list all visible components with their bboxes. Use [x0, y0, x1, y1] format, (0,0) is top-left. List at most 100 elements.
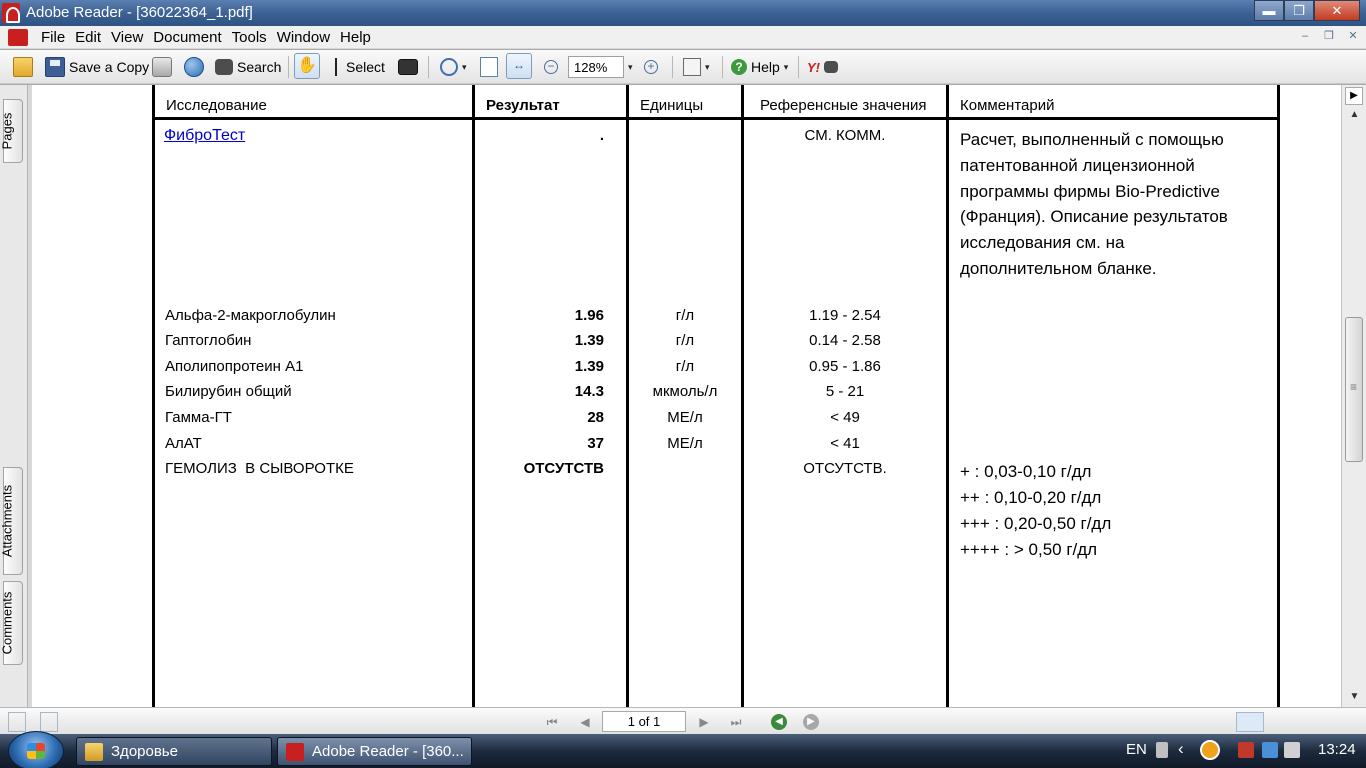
maximize-button[interactable]: ❐: [1284, 0, 1314, 21]
previous-page-button[interactable]: ◀: [577, 714, 593, 730]
page-layout-button[interactable]: ▾: [683, 55, 710, 79]
select-tool-button[interactable]: Select: [330, 55, 385, 79]
test-name: Гаптоглобин: [165, 332, 252, 349]
yahoo-search-button[interactable]: Y!: [807, 55, 838, 79]
next-view-button[interactable]: ▶: [803, 714, 819, 730]
network-icon[interactable]: [1262, 742, 1278, 758]
table-border: [1277, 85, 1280, 707]
doc-minimize-button[interactable]: –: [1296, 29, 1314, 45]
panel-toggle-button[interactable]: ▶: [1345, 87, 1363, 105]
test-units: мкмоль/л: [652, 383, 718, 400]
results-table: Исследование Результат Единицы Референсн…: [152, 85, 1280, 707]
search-button[interactable]: Search: [215, 55, 281, 79]
pages-tab[interactable]: Pages: [0, 99, 23, 163]
menu-help[interactable]: Help: [335, 29, 376, 46]
open-folder-icon: [13, 57, 33, 77]
chevron-down-icon: ▾: [783, 61, 789, 72]
email-button[interactable]: [184, 55, 204, 79]
attachments-tab-label: Attachments: [0, 484, 15, 558]
continuous-layout-icon[interactable]: [1268, 712, 1296, 732]
save-copy-button[interactable]: Save a Copy: [45, 55, 149, 79]
taskbar-item-label: Здоровье: [111, 743, 178, 760]
test-name: ГЕМОЛИЗ В СЫВОРОТКЕ: [165, 460, 354, 477]
test-name: АлАТ: [165, 435, 202, 452]
close-button[interactable]: ✕: [1314, 0, 1360, 21]
continuous-facing-layout-icon[interactable]: [1332, 712, 1360, 732]
comments-tab[interactable]: Comments: [0, 581, 23, 665]
snapshot-button[interactable]: [398, 55, 418, 79]
page-indicator[interactable]: 1 of 1: [602, 711, 686, 732]
test-reference: 1.19 - 2.54: [809, 307, 881, 324]
pages-icon: [683, 58, 701, 76]
show-hidden-icons-button[interactable]: ‹: [1178, 739, 1184, 759]
facing-layout-icon[interactable]: [1300, 712, 1328, 732]
menu-tools[interactable]: Tools: [227, 29, 272, 46]
keyboard-icon[interactable]: [1156, 742, 1168, 758]
scroll-down-arrow[interactable]: ▼: [1342, 687, 1366, 707]
menu-edit[interactable]: Edit: [70, 29, 106, 46]
start-button[interactable]: [8, 731, 64, 768]
scroll-thumb[interactable]: [1345, 317, 1363, 462]
page-size-icon[interactable]: [40, 712, 58, 732]
fit-page-button[interactable]: [480, 55, 498, 79]
test-reference: < 49: [830, 409, 860, 426]
header-reference: Референсные значения: [760, 97, 927, 114]
minimize-button[interactable]: ▬: [1254, 0, 1284, 21]
print-button[interactable]: [152, 55, 172, 79]
hemolysis-comment-4: ++++ : > 0,50 г/дл: [960, 540, 1098, 559]
zoom-in-button[interactable]: +: [644, 55, 658, 79]
help-label: Help: [751, 59, 780, 75]
table-border: [946, 85, 949, 707]
single-page-layout-icon[interactable]: [1236, 712, 1264, 732]
adobe-reader-icon: [286, 743, 304, 761]
zoom-dropdown-icon[interactable]: ▾: [628, 62, 633, 73]
test-units: г/л: [675, 332, 695, 349]
select-label: Select: [346, 59, 385, 75]
test-result: 37: [587, 435, 604, 452]
fit-page-icon: [480, 57, 498, 77]
help-icon: ?: [731, 59, 747, 75]
taskbar-item-adobe-reader[interactable]: Adobe Reader - [360...: [277, 737, 472, 766]
hand-tool-button[interactable]: ✋: [294, 53, 320, 79]
single-page-view-icon[interactable]: [8, 712, 26, 732]
volume-icon[interactable]: [1284, 742, 1300, 758]
open-button[interactable]: [13, 55, 33, 79]
folder-icon: [85, 743, 103, 761]
menu-view[interactable]: View: [106, 29, 148, 46]
last-page-button[interactable]: ⏭: [728, 714, 744, 730]
security-alert-icon[interactable]: [1238, 742, 1254, 758]
previous-view-button[interactable]: ◀: [771, 714, 787, 730]
menu-window[interactable]: Window: [272, 29, 335, 46]
next-page-button[interactable]: ▶: [696, 714, 712, 730]
update-icon[interactable]: [1200, 740, 1220, 760]
first-page-button[interactable]: ⏮: [544, 714, 560, 730]
hemolysis-comment-2: ++ : 0,10-0,20 г/дл: [960, 488, 1102, 507]
zoom-out-button[interactable]: −: [544, 55, 558, 79]
menu-bar: File Edit View Document Tools Window Hel…: [0, 26, 1366, 49]
window-title: Adobe Reader - [36022364_1.pdf]: [26, 4, 253, 21]
help-button[interactable]: ? Help ▾: [731, 55, 788, 79]
vertical-scrollbar[interactable]: ▲ ▼: [1341, 85, 1366, 707]
test-units: г/л: [675, 307, 695, 324]
fibrotest-link[interactable]: ФиброТест: [164, 127, 245, 145]
taskbar-item-folder[interactable]: Здоровье: [76, 737, 272, 766]
attachments-tab[interactable]: Attachments: [0, 467, 23, 575]
test-reference: 5 - 21: [825, 383, 865, 400]
test-units: МЕ/л: [667, 409, 703, 426]
window-controls: ▬ ❐ ✕: [1254, 0, 1360, 21]
fibrotest-result: .: [599, 127, 604, 144]
test-reference: 0.95 - 1.86: [809, 358, 881, 375]
zoom-tool-button[interactable]: ▾: [440, 55, 467, 79]
language-indicator[interactable]: EN: [1126, 741, 1147, 758]
menu-file[interactable]: File: [36, 29, 70, 46]
document-icon[interactable]: [8, 29, 28, 46]
doc-close-button[interactable]: ✕: [1344, 29, 1362, 45]
fit-width-button[interactable]: ↔: [506, 53, 532, 79]
camera-icon: [398, 59, 418, 75]
zoom-input[interactable]: [568, 56, 624, 78]
scroll-up-arrow[interactable]: ▲: [1342, 105, 1366, 125]
zoom-field[interactable]: ▾: [568, 55, 633, 79]
doc-restore-button[interactable]: ❐: [1320, 29, 1338, 45]
menu-document[interactable]: Document: [148, 29, 226, 46]
clock[interactable]: 13:24: [1318, 741, 1356, 758]
